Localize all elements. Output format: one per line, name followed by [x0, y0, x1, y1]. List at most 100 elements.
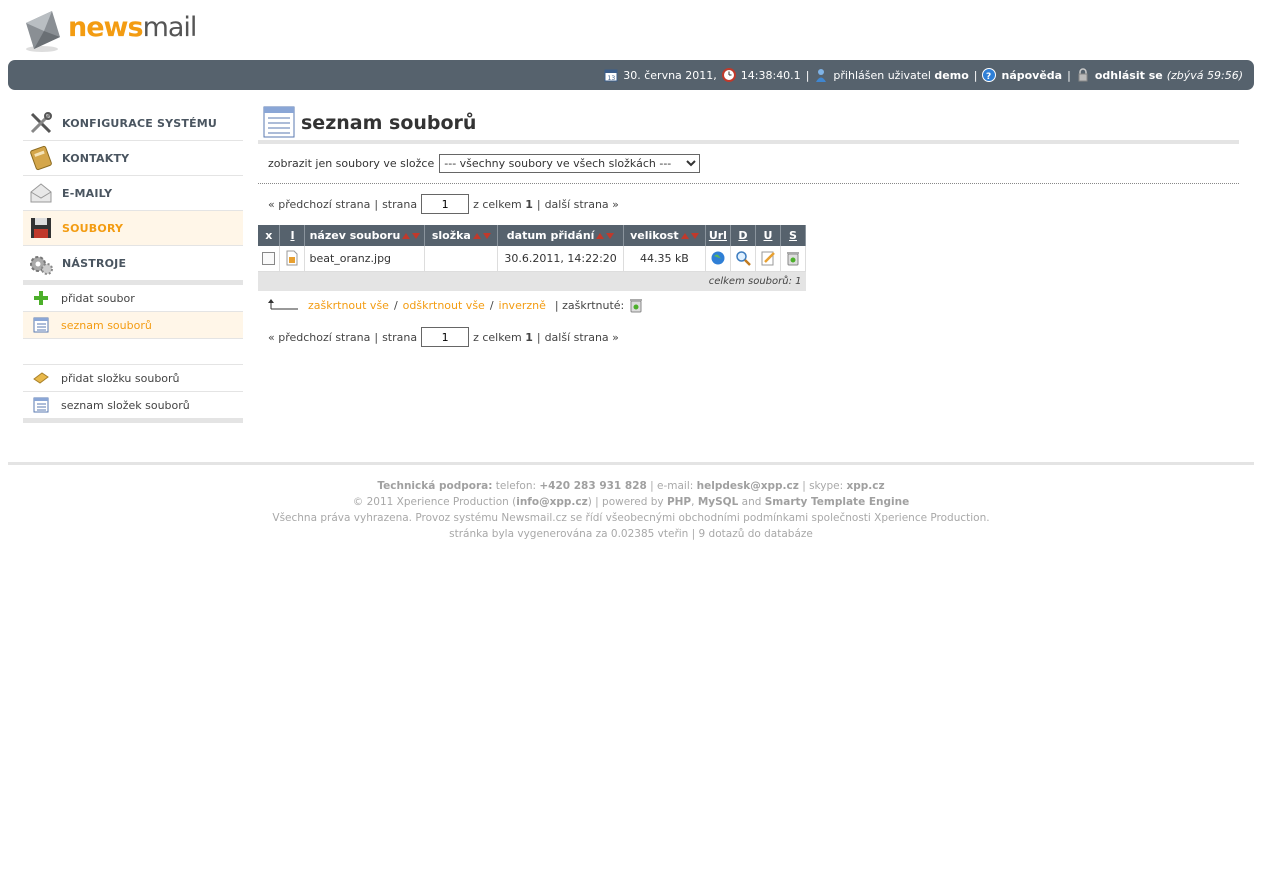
- page-input[interactable]: [421, 327, 470, 347]
- next-page-link[interactable]: další strana »: [545, 331, 619, 344]
- file-folder: [424, 246, 499, 272]
- table-row: beat_oranz.jpg 30.6.2011, 14:22:20 44.35…: [258, 246, 807, 272]
- support-email[interactable]: helpdesk@xpp.cz: [697, 480, 799, 492]
- sort-asc-icon[interactable]: [402, 233, 411, 239]
- footer-copyright-line: © 2011 Xperience Production (info@xpp.cz…: [352, 496, 910, 508]
- divider: [23, 419, 243, 423]
- floppy-disk-icon: [28, 215, 54, 241]
- page-title: seznam souborů: [301, 112, 477, 134]
- row-checkbox[interactable]: [262, 252, 276, 265]
- footer-divider: [8, 462, 1254, 465]
- plus-icon: [33, 290, 49, 306]
- file-size: 44.35 kB: [623, 246, 706, 272]
- pager-bottom: « předchozí strana | strana z celkem 1 |…: [258, 318, 1239, 356]
- col-delete: S: [780, 225, 807, 246]
- logout-link[interactable]: odhlásit se: [1076, 68, 1163, 82]
- next-page-link[interactable]: další strana »: [545, 198, 619, 211]
- invert-selection-link[interactable]: inverzně: [499, 299, 546, 312]
- menu-item-files[interactable]: SOUBORY: [23, 211, 243, 246]
- lock-icon: [1076, 68, 1090, 82]
- file-name: beat_oranz.jpg: [304, 246, 426, 272]
- main-content: seznam souborů zobrazit jen soubory ve s…: [258, 106, 1239, 356]
- info-email-link[interactable]: info@xpp.cz: [516, 496, 588, 508]
- footer-support-line: Technická podpora: telefon: +420 283 931…: [377, 480, 885, 492]
- sort-asc-icon[interactable]: [596, 233, 605, 239]
- prev-page-link[interactable]: « předchozí strana: [268, 331, 370, 344]
- col-select: x: [258, 225, 281, 246]
- sub-item-add-file[interactable]: přidat soubor: [23, 285, 243, 312]
- total-label: z celkem: [473, 330, 522, 344]
- col-date-added[interactable]: datum přidání: [497, 225, 624, 246]
- col-url: Url: [705, 225, 731, 246]
- col-detail: D: [730, 225, 756, 246]
- menu-item-tools[interactable]: NÁSTROJE: [23, 246, 243, 281]
- support-skype: xpp.cz: [846, 480, 885, 492]
- tools-icon: [28, 110, 54, 136]
- filter-label: zobrazit jen soubory ve složce: [268, 157, 435, 170]
- sort-desc-icon[interactable]: [482, 233, 491, 239]
- globe-icon[interactable]: [710, 250, 726, 266]
- checked-label: | zaškrtnuté:: [554, 298, 625, 312]
- current-date: 30. června 2011,: [623, 68, 717, 82]
- sidebar: KONFIGURACE SYSTÉMU KONTAKTY E-MAILY SOU…: [23, 106, 243, 423]
- php-link[interactable]: PHP: [667, 496, 691, 508]
- sub-item-file-list[interactable]: seznam souborů: [23, 312, 243, 339]
- prev-page-link[interactable]: « předchozí strana: [268, 198, 370, 211]
- support-phone: +420 283 931 828: [539, 480, 647, 492]
- delete-cell: [780, 246, 807, 272]
- smarty-link[interactable]: Smarty Template Engine: [765, 496, 909, 508]
- list-icon: [33, 317, 49, 333]
- logged-in-text: přihlášen uživatel: [833, 68, 931, 82]
- col-filename[interactable]: název souboru: [304, 225, 426, 246]
- files-total: celkem souborů: 1: [258, 271, 806, 291]
- total-pages: 1: [525, 197, 533, 211]
- footer-generation-line: stránka byla vygenerována za 0.02385 vte…: [449, 528, 813, 540]
- gears-icon: [28, 250, 54, 276]
- trash-icon[interactable]: [628, 297, 644, 313]
- sort-asc-icon[interactable]: [472, 233, 481, 239]
- menu-item-contacts[interactable]: KONTAKTY: [23, 141, 243, 176]
- sort-asc-icon[interactable]: [680, 233, 689, 239]
- logo[interactable]: newsmail: [22, 8, 197, 54]
- folder-filter: zobrazit jen soubory ve složce --- všech…: [258, 144, 1239, 184]
- check-all-link[interactable]: zaškrtnout vše: [308, 299, 389, 312]
- edit-icon[interactable]: [760, 250, 776, 266]
- col-info: I: [279, 225, 306, 246]
- folder-select[interactable]: --- všechny soubory ve všech složkách --…: [439, 154, 701, 173]
- trash-icon[interactable]: [785, 250, 801, 266]
- page-label: strana: [382, 330, 418, 344]
- sub-item-add-folder[interactable]: přidat složku souborů: [23, 365, 243, 392]
- mysql-link[interactable]: MySQL: [698, 496, 738, 508]
- help-icon: ?: [982, 68, 997, 82]
- envelope-logo-icon: [22, 9, 62, 53]
- row-checkbox-cell: [258, 246, 281, 272]
- magnifier-icon[interactable]: [735, 250, 751, 267]
- footer: Technická podpora: telefon: +420 283 931…: [0, 478, 1262, 542]
- sort-desc-icon[interactable]: [690, 233, 699, 239]
- uncheck-all-link[interactable]: odškrtnout vše: [403, 299, 485, 312]
- file-image-icon[interactable]: [284, 250, 300, 266]
- table-summary-row: celkem souborů: 1: [258, 271, 806, 291]
- col-size[interactable]: velikost: [623, 225, 706, 246]
- folder-add-icon: [33, 370, 49, 386]
- file-date: 30.6.2011, 14:22:20: [497, 246, 624, 272]
- total-label: z celkem: [473, 197, 522, 211]
- col-update: U: [755, 225, 781, 246]
- menu-item-emails[interactable]: E-MAILY: [23, 176, 243, 211]
- session-remaining: (zbývá 59:56): [1166, 68, 1243, 82]
- envelope-icon: [28, 180, 54, 206]
- col-folder[interactable]: složka: [424, 225, 499, 246]
- sort-desc-icon[interactable]: [412, 233, 421, 239]
- help-link[interactable]: ? nápověda: [982, 68, 1062, 82]
- spacer: [23, 339, 243, 365]
- current-time: 14:38:40.1: [740, 68, 801, 82]
- pager-top: « předchozí strana | strana z celkem 1 |…: [258, 184, 1239, 224]
- detail-cell: [730, 246, 756, 272]
- page-input[interactable]: [421, 194, 470, 214]
- menu-item-system-config[interactable]: KONFIGURACE SYSTÉMU: [23, 106, 243, 141]
- sort-desc-icon[interactable]: [606, 233, 615, 239]
- footer-terms-line: Všechna práva vyhrazena. Provoz systému …: [272, 512, 990, 524]
- sub-item-folder-list[interactable]: seznam složek souborů: [23, 392, 243, 419]
- logo-text: newsmail: [68, 11, 197, 43]
- address-book-icon: [28, 145, 54, 171]
